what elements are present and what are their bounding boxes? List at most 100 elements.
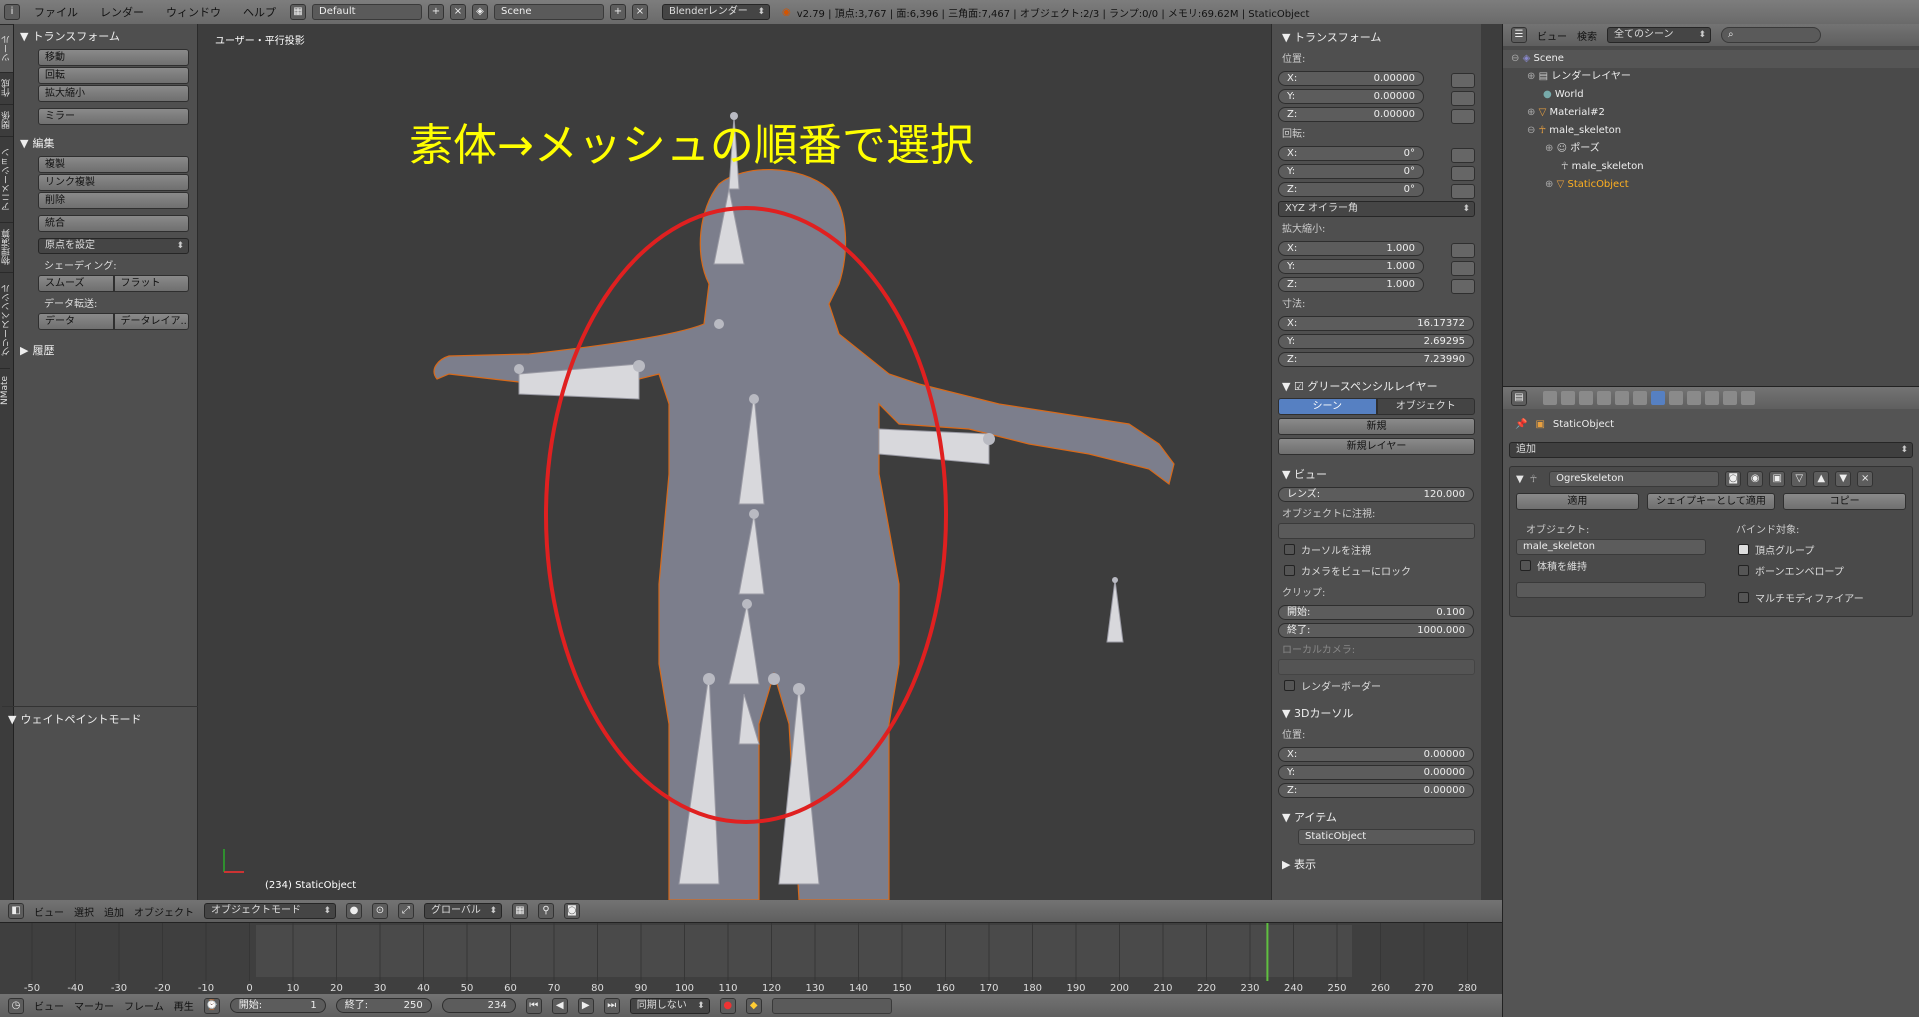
move-down-icon[interactable]: ▼ bbox=[1835, 471, 1852, 487]
mirror-button[interactable]: ミラー bbox=[38, 108, 189, 125]
move-up-icon[interactable]: ▲ bbox=[1813, 471, 1830, 487]
layout-grid-icon[interactable]: ▦ bbox=[290, 4, 306, 20]
preserve-volume-checkbox[interactable]: 体積を維持 bbox=[1516, 555, 1726, 576]
add-scene-icon[interactable]: + bbox=[610, 4, 626, 20]
lens-field[interactable]: レンズ: 120.000 bbox=[1278, 487, 1474, 502]
lock-object-field[interactable] bbox=[1278, 523, 1475, 539]
mode-select[interactable]: オブジェクトモード bbox=[204, 903, 336, 919]
location-y-field[interactable]: Y: 0.00000 bbox=[1278, 89, 1424, 104]
outliner-menu-search[interactable]: 検索 bbox=[1577, 28, 1597, 43]
vertex-group-field[interactable] bbox=[1516, 582, 1706, 598]
layout-field[interactable]: Default bbox=[312, 4, 422, 20]
render-toggle-icon[interactable]: ◙ bbox=[1725, 471, 1742, 487]
constraints-tab-icon[interactable] bbox=[1633, 391, 1647, 405]
viewport-toggle-icon[interactable]: ◉ bbox=[1747, 471, 1764, 487]
close-layout-icon[interactable]: × bbox=[450, 4, 466, 20]
panel-history-header[interactable]: ▶ 履歴 bbox=[14, 338, 197, 362]
play-icon[interactable]: ▶ bbox=[577, 997, 594, 1014]
lock-icon[interactable] bbox=[1451, 243, 1475, 258]
vp-menu-view[interactable]: ビュー bbox=[34, 904, 64, 919]
add-modifier-select[interactable]: 追加 bbox=[1509, 442, 1913, 458]
outliner-row-scene[interactable]: ⊖ ◈ Scene bbox=[1503, 50, 1919, 68]
clip-start-field[interactable]: 開始: 0.100 bbox=[1278, 605, 1474, 620]
panel-edit-header[interactable]: ▼ 編集 bbox=[14, 131, 197, 155]
tl-menu-marker[interactable]: マーカー bbox=[74, 998, 114, 1013]
lock-icon[interactable] bbox=[1451, 184, 1475, 199]
lock-icon[interactable] bbox=[1451, 279, 1475, 294]
apply-shapekey-button[interactable]: シェイプキーとして適用 bbox=[1646, 493, 1776, 510]
npanel-transform-header[interactable]: ▼ トランスフォーム bbox=[1272, 24, 1481, 47]
dimension-z-field[interactable]: Z: 7.23990 bbox=[1278, 352, 1474, 367]
cursor-x-field[interactable]: X: 0.00000 bbox=[1278, 747, 1474, 762]
render-border-checkbox[interactable]: レンダーボーダー bbox=[1272, 675, 1481, 696]
lock-cursor-checkbox[interactable]: カーソルを注視 bbox=[1272, 539, 1481, 560]
panel-transform-header[interactable]: ▼ トランスフォーム bbox=[14, 24, 197, 48]
translate-button[interactable]: 移動 bbox=[38, 49, 189, 66]
modifier-name-field[interactable]: OgreSkeleton bbox=[1549, 471, 1720, 487]
apply-button[interactable]: 適用 bbox=[1516, 493, 1639, 510]
lock-icon[interactable] bbox=[1451, 73, 1475, 88]
pin-icon[interactable]: 📌 bbox=[1515, 419, 1527, 430]
vp-menu-select[interactable]: 選択 bbox=[74, 904, 94, 919]
outliner-filter-select[interactable]: 全てのシーン bbox=[1607, 27, 1711, 43]
3d-viewport[interactable]: ユーザー・平行投影 素体→メッシュの順番で選択 (234) StaticObje… bbox=[199, 24, 1271, 900]
dimension-x-field[interactable]: X: 16.17372 bbox=[1278, 316, 1474, 331]
cursor-z-field[interactable]: Z: 0.00000 bbox=[1278, 783, 1474, 798]
menu-render[interactable]: レンダー bbox=[92, 4, 152, 20]
snap-icon[interactable]: ⚲ bbox=[538, 903, 554, 919]
tl-menu-playback[interactable]: 再生 bbox=[174, 998, 194, 1013]
particles-tab-icon[interactable] bbox=[1723, 391, 1737, 405]
end-frame-field[interactable]: 終了: 250 bbox=[335, 998, 432, 1013]
jump-start-icon[interactable]: ⏮ bbox=[525, 997, 542, 1014]
scene-tab-icon[interactable] bbox=[1579, 391, 1593, 405]
npanel-display-header[interactable]: ▶ 表示 bbox=[1272, 851, 1481, 874]
timeline[interactable]: -50 -40 -30 -20 -10 0 10 20 30 40 50 60 70 80 90 100 110… bbox=[0, 922, 1502, 994]
record-icon[interactable]: ● bbox=[719, 997, 736, 1014]
menu-window[interactable]: ウィンドウ bbox=[158, 4, 229, 20]
lock-icon[interactable] bbox=[1451, 261, 1475, 276]
orientation-select[interactable]: グローバル bbox=[424, 903, 502, 919]
add-layout-icon[interactable]: + bbox=[428, 4, 444, 20]
vp-menu-add[interactable]: 追加 bbox=[104, 904, 124, 919]
scene-icon[interactable]: ◈ bbox=[472, 4, 488, 20]
shade-smooth-button[interactable]: スムーズ bbox=[38, 275, 114, 292]
vertex-groups-checkbox[interactable]: 頂点グループ bbox=[1726, 539, 1876, 560]
tab-physics[interactable]: 物理演算 bbox=[0, 222, 13, 272]
join-button[interactable]: 統合 bbox=[38, 215, 189, 232]
render-preview-icon[interactable]: ◙ bbox=[564, 903, 580, 919]
keying-set-field[interactable] bbox=[771, 997, 892, 1014]
copy-button[interactable]: コピー bbox=[1783, 493, 1906, 510]
location-z-field[interactable]: Z: 0.00000 bbox=[1278, 107, 1424, 122]
render-engine-select[interactable]: Blenderレンダー bbox=[662, 4, 770, 20]
rotation-y-field[interactable]: Y: 0° bbox=[1278, 164, 1424, 179]
duplicate-linked-button[interactable]: リンク複製 bbox=[38, 174, 189, 191]
remove-modifier-icon[interactable]: × bbox=[1857, 471, 1874, 487]
outliner-row-world[interactable]: ● World bbox=[1503, 86, 1919, 104]
layers-tab-icon[interactable] bbox=[1561, 391, 1575, 405]
layers-icon[interactable]: ▦ bbox=[512, 903, 528, 919]
bone-envelopes-checkbox[interactable]: ボーンエンベロープ bbox=[1726, 560, 1876, 581]
rotation-x-field[interactable]: X: 0° bbox=[1278, 146, 1424, 161]
gp-new-layer-button[interactable]: 新規レイヤー bbox=[1278, 438, 1475, 455]
scale-y-field[interactable]: Y: 1.000 bbox=[1278, 259, 1424, 274]
pivot-icon[interactable]: ⊙ bbox=[372, 903, 388, 919]
collapse-icon[interactable]: ▼ bbox=[1516, 474, 1524, 485]
scene-field[interactable]: Scene bbox=[494, 4, 604, 20]
scale-x-field[interactable]: X: 1.000 bbox=[1278, 241, 1424, 256]
tab-animation[interactable]: アニメーション bbox=[0, 136, 13, 222]
cage-toggle-icon[interactable]: ▽ bbox=[1791, 471, 1808, 487]
tl-menu-frame[interactable]: フレーム bbox=[124, 998, 164, 1013]
outliner-row-material[interactable]: ⊕ ▽ Material#2 bbox=[1503, 104, 1919, 122]
texture-tab-icon[interactable] bbox=[1705, 391, 1719, 405]
properties-editor-icon[interactable]: ▤ bbox=[1511, 390, 1527, 406]
lock-icon[interactable] bbox=[1451, 148, 1475, 163]
menu-file[interactable]: ファイル bbox=[26, 4, 86, 20]
outliner-menu-view[interactable]: ビュー bbox=[1537, 28, 1567, 43]
gp-scene-button[interactable]: シーン bbox=[1278, 398, 1377, 415]
editmode-toggle-icon[interactable]: ▣ bbox=[1769, 471, 1786, 487]
npanel-3dcursor-header[interactable]: ▼ 3Dカーソル bbox=[1272, 700, 1481, 723]
outliner-row-armature-data[interactable]: ☥ male_skeleton bbox=[1503, 158, 1919, 176]
material-tab-icon[interactable] bbox=[1687, 391, 1701, 405]
location-x-field[interactable]: X: 0.00000 bbox=[1278, 71, 1424, 86]
npanel-grease-pencil-header[interactable]: ▼ ☑ グリースペンシルレイヤー bbox=[1272, 373, 1481, 396]
